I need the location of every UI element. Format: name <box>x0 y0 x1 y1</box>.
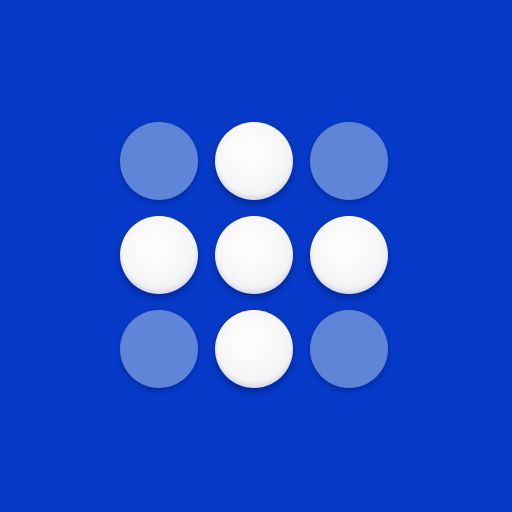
dot-dim-0-icon <box>120 122 198 200</box>
dot-lit-5-icon <box>310 216 388 294</box>
dot-lit-7-icon <box>215 310 293 388</box>
dot-grid-icon <box>120 122 392 388</box>
dot-lit-3-icon <box>120 216 198 294</box>
dot-lit-4-icon <box>215 216 293 294</box>
dot-dim-2-icon <box>310 122 388 200</box>
app-icon-canvas <box>0 0 512 512</box>
dot-dim-8-icon <box>310 310 388 388</box>
dot-lit-1-icon <box>215 122 293 200</box>
dot-dim-6-icon <box>120 310 198 388</box>
